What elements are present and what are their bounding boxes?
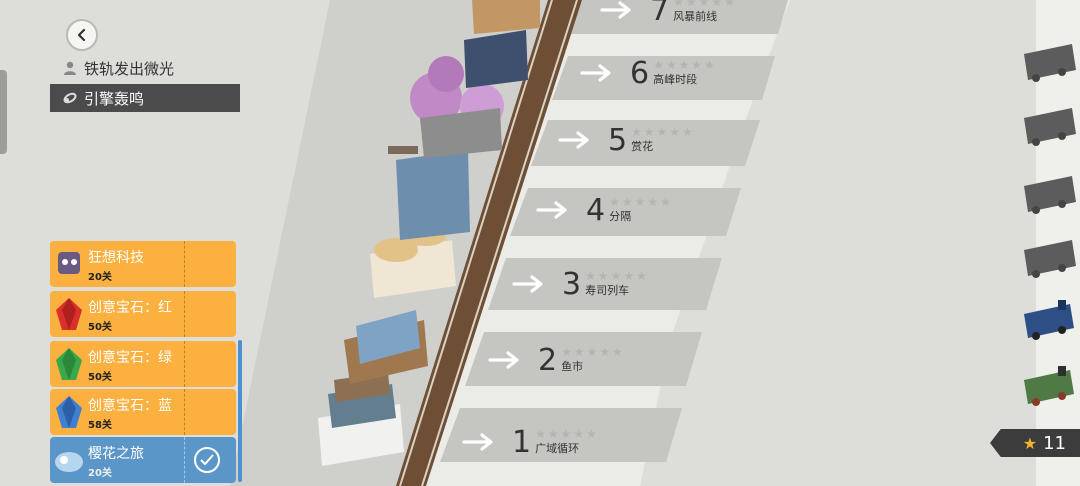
stage-stars: ★★★★★ [653, 58, 717, 72]
stage-row-6[interactable]: 6 ★★★★★ 高峰时段 [580, 45, 717, 101]
menu-item-engine-roar[interactable]: 引擎轰鸣 [50, 84, 240, 112]
stage-row-3[interactable]: 3 ★★★★★ 寿司列车 [512, 256, 649, 312]
chevron-left-icon [77, 28, 86, 42]
stage-number: 4 [586, 192, 606, 228]
level-ticket-gem-red[interactable]: 创意宝石：红 50关 [50, 291, 236, 337]
arrow-right-icon [558, 131, 589, 149]
locked-train-icon[interactable] [1018, 172, 1080, 216]
star-total: 11 [1043, 432, 1066, 454]
stage-number: 3 [562, 266, 582, 302]
stage-row-5[interactable]: 5 ★★★★★ 赏花 [558, 112, 695, 168]
person-icon [56, 60, 84, 76]
menu-item-label: 引擎轰鸣 [84, 89, 145, 108]
sakura-train-thumbnail-icon [55, 452, 83, 472]
stage-name: 风暴前线 [673, 10, 718, 23]
star-icon: ★ [1022, 433, 1038, 453]
blue-gem-icon [56, 396, 82, 428]
level-count: 20关 [88, 468, 112, 479]
stage-number: 6 [630, 55, 650, 91]
locked-train-icon[interactable] [1018, 236, 1080, 280]
stage-row-1[interactable]: 1 ★★★★★ 广域循环 [462, 414, 599, 470]
back-button[interactable] [66, 19, 98, 51]
stage-row-2[interactable]: 2 ★★★★★ 鱼市 [488, 332, 625, 388]
stage-stars: ★★★★★ [585, 269, 649, 283]
level-count: 58关 [88, 420, 112, 431]
stage-stars: ★★★★★ [535, 427, 599, 441]
side-drawer-handle[interactable] [0, 70, 7, 154]
level-name: 樱花之旅 [88, 446, 144, 462]
arrow-right-icon [488, 351, 519, 369]
star-total-badge: ★ 11 [990, 429, 1080, 457]
level-name: 狂想科技 [88, 250, 144, 266]
menu-item-label: 铁轨发出微光 [84, 59, 175, 78]
arrow-right-icon [462, 433, 493, 451]
stage-number: 1 [512, 424, 532, 460]
stage-stars: ★★★★★ [561, 345, 625, 359]
level-ticket-fantasy-tech[interactable]: 狂想科技 20关 [50, 241, 236, 287]
stage-name: 广域循环 [535, 442, 580, 455]
level-count: 50关 [88, 372, 112, 383]
red-gem-icon [56, 298, 82, 330]
stage-name: 寿司列车 [585, 284, 630, 297]
stage-stars: ★★★★★ [609, 195, 673, 209]
stage-row-4[interactable]: 4 ★★★★★ 分隔 [536, 182, 673, 238]
blue-steam-train-icon[interactable] [1018, 298, 1080, 342]
level-name: 创意宝石：红 [88, 300, 172, 316]
arrow-right-icon [536, 201, 567, 219]
level-count: 20关 [88, 272, 112, 283]
stage-stars: ★★★★★ [631, 125, 695, 139]
arrow-right-icon [600, 1, 631, 19]
stage-number: 2 [538, 342, 558, 378]
stage-name: 赏花 [631, 140, 654, 153]
stage-stars: ★★★★★ [673, 0, 737, 9]
engine-icon [56, 90, 84, 106]
stage-name: 分隔 [609, 210, 632, 223]
level-list-scrollbar[interactable] [238, 340, 242, 482]
stage-name: 鱼市 [561, 360, 584, 373]
menu-item-rail-glow[interactable]: 铁轨发出微光 [50, 54, 240, 82]
level-ticket-sakura-journey[interactable]: 樱花之旅 20关 [50, 437, 236, 483]
stage-number: 5 [608, 122, 628, 158]
green-gem-icon [56, 348, 82, 380]
cargo-building [388, 146, 470, 240]
arrow-right-icon [580, 64, 611, 82]
cargo-crates [472, 0, 540, 34]
locked-train-icon[interactable] [1018, 40, 1080, 84]
cargo-crowd [464, 30, 528, 88]
completed-check-icon [194, 447, 220, 473]
level-name: 创意宝石：绿 [88, 350, 172, 366]
locked-train-icon[interactable] [1018, 104, 1080, 148]
stage-row-7[interactable]: 7 ★★★★★ 风暴前线 [600, 0, 737, 38]
stage-number: 7 [650, 0, 670, 28]
level-name: 创意宝石：蓝 [88, 398, 172, 414]
green-steam-train-icon[interactable] [1018, 364, 1080, 408]
robot-thumbnail-icon [58, 252, 80, 274]
level-ticket-gem-green[interactable]: 创意宝石：绿 50关 [50, 341, 236, 387]
level-count: 50关 [88, 322, 112, 333]
stage-name: 高峰时段 [653, 73, 698, 86]
arrow-right-icon [512, 275, 543, 293]
level-ticket-gem-blue[interactable]: 创意宝石：蓝 58关 [50, 389, 236, 435]
level-list[interactable]: 狂想科技 20关 创意宝石：红 50关 创意宝石：绿 50关 创意宝石：蓝 58… [48, 237, 243, 486]
